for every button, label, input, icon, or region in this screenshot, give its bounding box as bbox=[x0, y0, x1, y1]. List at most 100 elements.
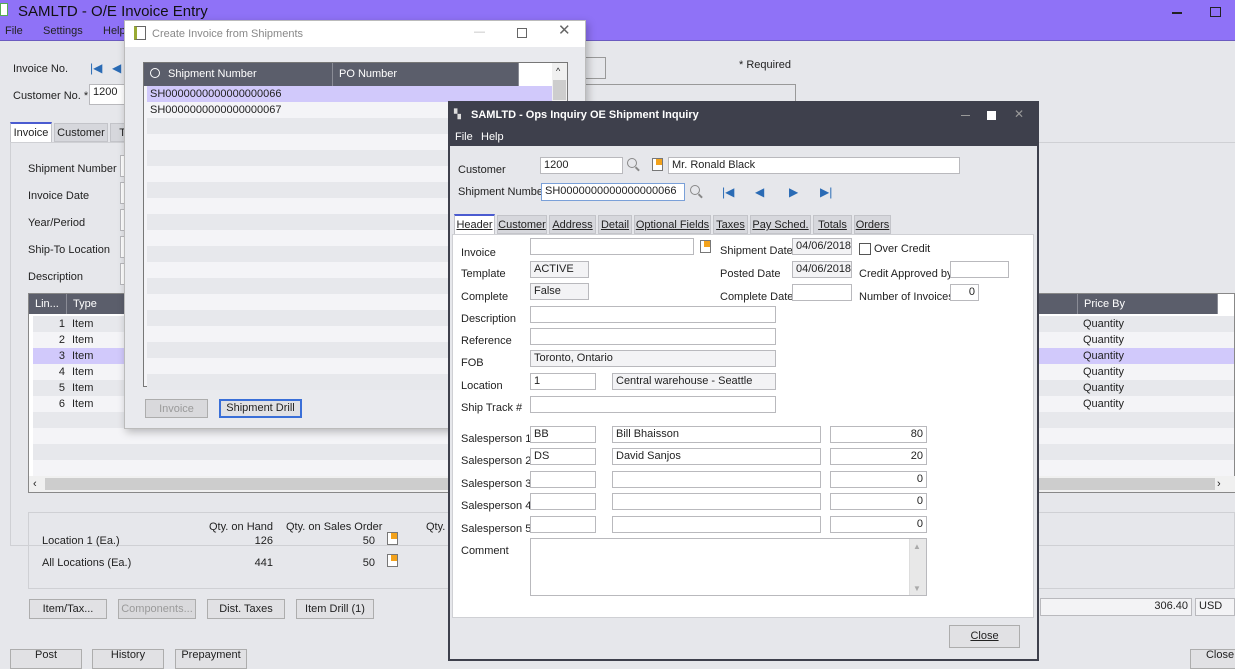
close-main-button[interactable]: Close bbox=[1190, 649, 1235, 669]
shipment-drill-button[interactable]: Shipment Drill bbox=[219, 399, 302, 418]
inquiry-minimize[interactable] bbox=[961, 115, 970, 116]
description-input bbox=[530, 306, 776, 323]
cell-type: Item bbox=[72, 398, 94, 410]
posted-date-input: 04/06/2018 bbox=[792, 261, 852, 278]
shipment-number-input[interactable]: SH0000000000000000066 bbox=[541, 183, 685, 201]
shipment-search-icon[interactable] bbox=[690, 185, 700, 195]
history-button[interactable]: History bbox=[92, 649, 164, 669]
tab-pay-sched[interactable]: Pay Sched. bbox=[750, 215, 811, 234]
inquiry-menu-help[interactable]: Help bbox=[481, 131, 504, 143]
tab-customer[interactable]: Customer bbox=[497, 215, 547, 234]
close-button[interactable]: Close bbox=[949, 625, 1020, 648]
search-icon[interactable] bbox=[150, 68, 160, 78]
shipment-date-label: Shipment Date bbox=[720, 245, 793, 257]
post-button[interactable]: Post bbox=[10, 649, 82, 669]
fob-label: FOB bbox=[461, 357, 484, 369]
comment-scroll-up[interactable]: ▲ bbox=[913, 541, 921, 553]
previous-icon[interactable]: ◀ bbox=[755, 186, 764, 198]
credit-approved-label: Credit Approved by bbox=[859, 268, 953, 280]
customer-search-icon[interactable] bbox=[627, 158, 637, 168]
drill-icon[interactable] bbox=[387, 554, 398, 567]
next-icon[interactable]: ▶ bbox=[789, 186, 798, 198]
comment-scroll-down[interactable]: ▼ bbox=[913, 583, 921, 595]
field-label: Description bbox=[28, 271, 84, 283]
tab-address[interactable]: Address bbox=[549, 215, 596, 234]
previous-icon[interactable]: ◀ bbox=[112, 62, 121, 74]
comment-textarea bbox=[530, 538, 927, 596]
summary-col-on-hand: Qty. on Hand bbox=[209, 521, 273, 533]
cell-type: Item bbox=[72, 366, 94, 378]
field-label: Ship-To Location bbox=[28, 244, 110, 256]
field-label: Invoice Date bbox=[28, 190, 90, 202]
customer-drill-icon[interactable] bbox=[652, 158, 663, 171]
cell-price-by: Quantity bbox=[1083, 398, 1124, 410]
ship-track-input bbox=[530, 396, 776, 413]
tab-orders[interactable]: Orders bbox=[854, 215, 891, 234]
menu-help[interactable]: Help bbox=[103, 25, 126, 37]
salesperson-code bbox=[530, 516, 596, 533]
cell-type: Item bbox=[72, 382, 94, 394]
tab-invoice[interactable]: Invoice bbox=[10, 122, 52, 142]
col-header-price-by[interactable]: Price By bbox=[1078, 294, 1218, 314]
restore-button[interactable] bbox=[1210, 7, 1221, 17]
dist-taxes-button[interactable]: Dist. Taxes bbox=[207, 599, 285, 619]
invoice-button[interactable]: Invoice bbox=[145, 399, 208, 418]
dialog-close[interactable]: ✕ bbox=[558, 23, 571, 38]
scroll-left-arrow[interactable]: ‹ bbox=[33, 478, 37, 490]
field-label: Year/Period bbox=[28, 217, 86, 229]
cell-price-by: Quantity bbox=[1083, 366, 1124, 378]
inquiry-maximize[interactable] bbox=[987, 111, 996, 120]
invoice-drill-icon[interactable] bbox=[700, 240, 711, 253]
dialog-title: Create Invoice from Shipments bbox=[152, 28, 304, 40]
menu-settings[interactable]: Settings bbox=[43, 25, 83, 37]
scrollbar-thumb[interactable] bbox=[553, 80, 566, 100]
tab-customer[interactable]: Customer bbox=[54, 123, 108, 142]
shipment-date-input: 04/06/2018 bbox=[792, 238, 852, 255]
cell-line: 5 bbox=[58, 382, 65, 394]
prepayment-button[interactable]: Prepayment bbox=[175, 649, 247, 669]
dialog-maximize[interactable] bbox=[517, 28, 527, 38]
first-icon[interactable]: |◀ bbox=[90, 62, 102, 74]
col-header-po-number[interactable]: PO Number bbox=[333, 63, 519, 86]
scroll-up-arrow[interactable]: ^ bbox=[556, 65, 560, 77]
over-credit-checkbox[interactable] bbox=[859, 243, 871, 255]
col-header-shipment-number[interactable]: Shipment Number bbox=[144, 63, 333, 86]
item-drill-button[interactable]: Item Drill (1) bbox=[296, 599, 374, 619]
tab-detail[interactable]: Detail bbox=[598, 215, 632, 234]
dialog-icon bbox=[134, 26, 146, 40]
cell-line: 2 bbox=[58, 334, 65, 346]
inquiry-close[interactable]: ✕ bbox=[1014, 108, 1024, 120]
col-header-line[interactable]: Lin... bbox=[29, 294, 67, 314]
inquiry-menu-file[interactable]: File bbox=[455, 131, 473, 143]
salesperson-code: DS bbox=[530, 448, 596, 465]
tab-taxes[interactable]: Taxes bbox=[713, 215, 748, 234]
tab-optional-fields[interactable]: Optional Fields bbox=[634, 215, 711, 234]
cell-type: Item bbox=[72, 350, 94, 362]
first-icon[interactable]: |◀ bbox=[722, 186, 734, 198]
customer-no-input[interactable]: 1200 bbox=[89, 84, 129, 105]
cell-type: Item bbox=[72, 318, 94, 330]
cell-price-by: Quantity bbox=[1083, 350, 1124, 362]
comment-label: Comment bbox=[461, 545, 509, 557]
over-credit-label: Over Credit bbox=[874, 243, 931, 255]
cell-line: 3 bbox=[58, 350, 65, 362]
item-tax-button[interactable]: Item/Tax... bbox=[29, 599, 107, 619]
salesperson-name bbox=[612, 516, 821, 533]
customer-label: Customer bbox=[458, 164, 506, 176]
invoice-no-label: Invoice No. bbox=[13, 63, 69, 75]
menu-file[interactable]: File bbox=[5, 25, 23, 37]
cell-price-by: Quantity bbox=[1083, 318, 1124, 330]
scroll-right-arrow[interactable]: › bbox=[1217, 478, 1221, 490]
cell-price-by: Quantity bbox=[1083, 334, 1124, 346]
tab-totals[interactable]: Totals bbox=[813, 215, 852, 234]
cell-shipment-number: SH0000000000000000067 bbox=[150, 104, 282, 116]
customer-input[interactable]: 1200 bbox=[540, 157, 623, 174]
minimize-button[interactable] bbox=[1172, 12, 1182, 14]
drill-icon[interactable] bbox=[387, 532, 398, 545]
components-button[interactable]: Components... bbox=[118, 599, 196, 619]
last-icon[interactable]: ▶| bbox=[820, 186, 832, 198]
dialog-minimize[interactable]: — bbox=[474, 26, 485, 38]
template-label: Template bbox=[461, 268, 506, 280]
tab-header[interactable]: Header bbox=[454, 214, 495, 234]
salesperson-percent: 80 bbox=[830, 426, 927, 443]
